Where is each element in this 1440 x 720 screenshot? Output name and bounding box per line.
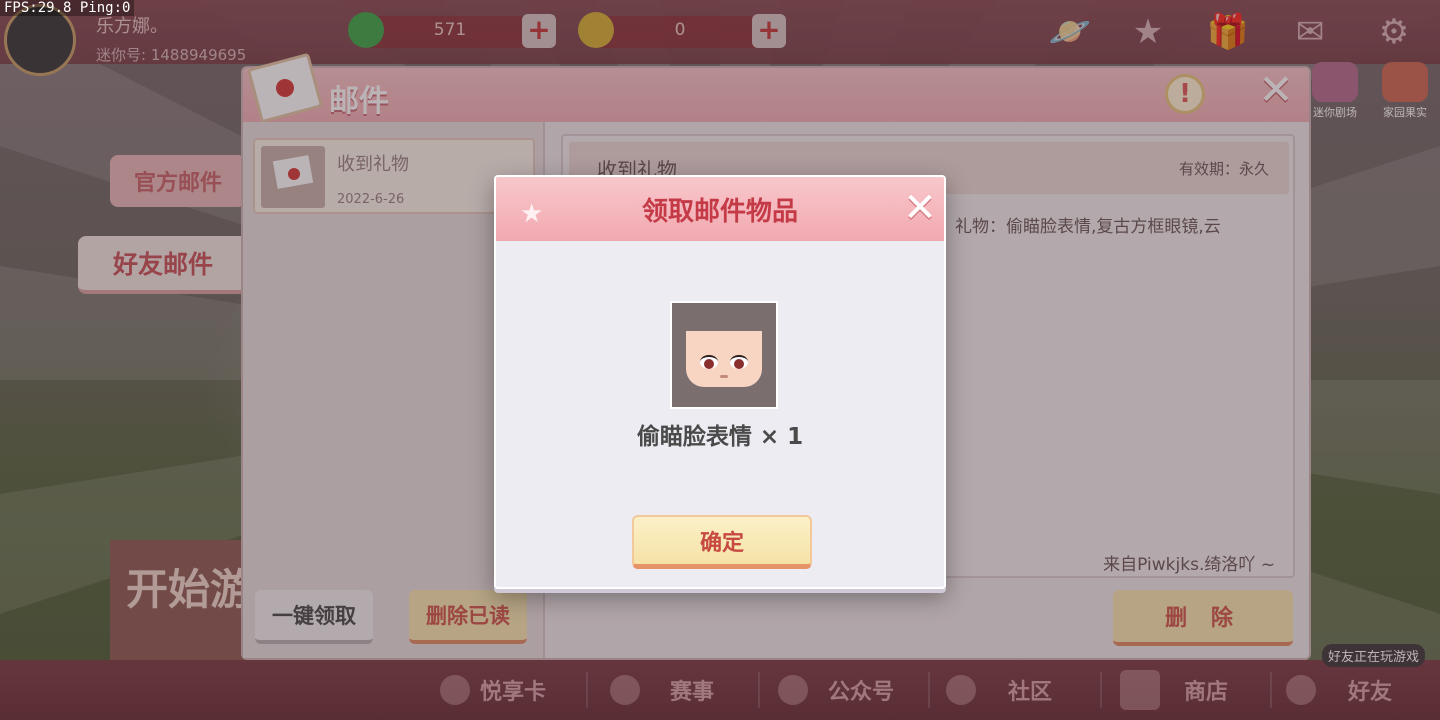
item-quantity: × 1 [759, 424, 804, 450]
eye-left [700, 355, 718, 369]
fps-counter: FPS:29.8 Ping:0 [0, 0, 135, 16]
item-label: 偷瞄脸表情 × 1 [496, 417, 944, 451]
confirm-button[interactable]: 确定 [632, 515, 812, 569]
dialog-title: 领取邮件物品 [641, 197, 798, 227]
item-name: 偷瞄脸表情 [636, 424, 752, 450]
hair-shape [686, 317, 762, 331]
peek-face-icon [686, 317, 762, 387]
item-icon [670, 301, 778, 409]
eye-right [730, 355, 748, 369]
claim-dialog: ★ 领取邮件物品 ✕ 偷瞄脸表情 × 1 确定 [494, 175, 946, 589]
close-dialog-button[interactable]: ✕ [900, 188, 940, 229]
dialog-header: ★ 领取邮件物品 ✕ [496, 177, 944, 241]
mouth [720, 375, 728, 378]
